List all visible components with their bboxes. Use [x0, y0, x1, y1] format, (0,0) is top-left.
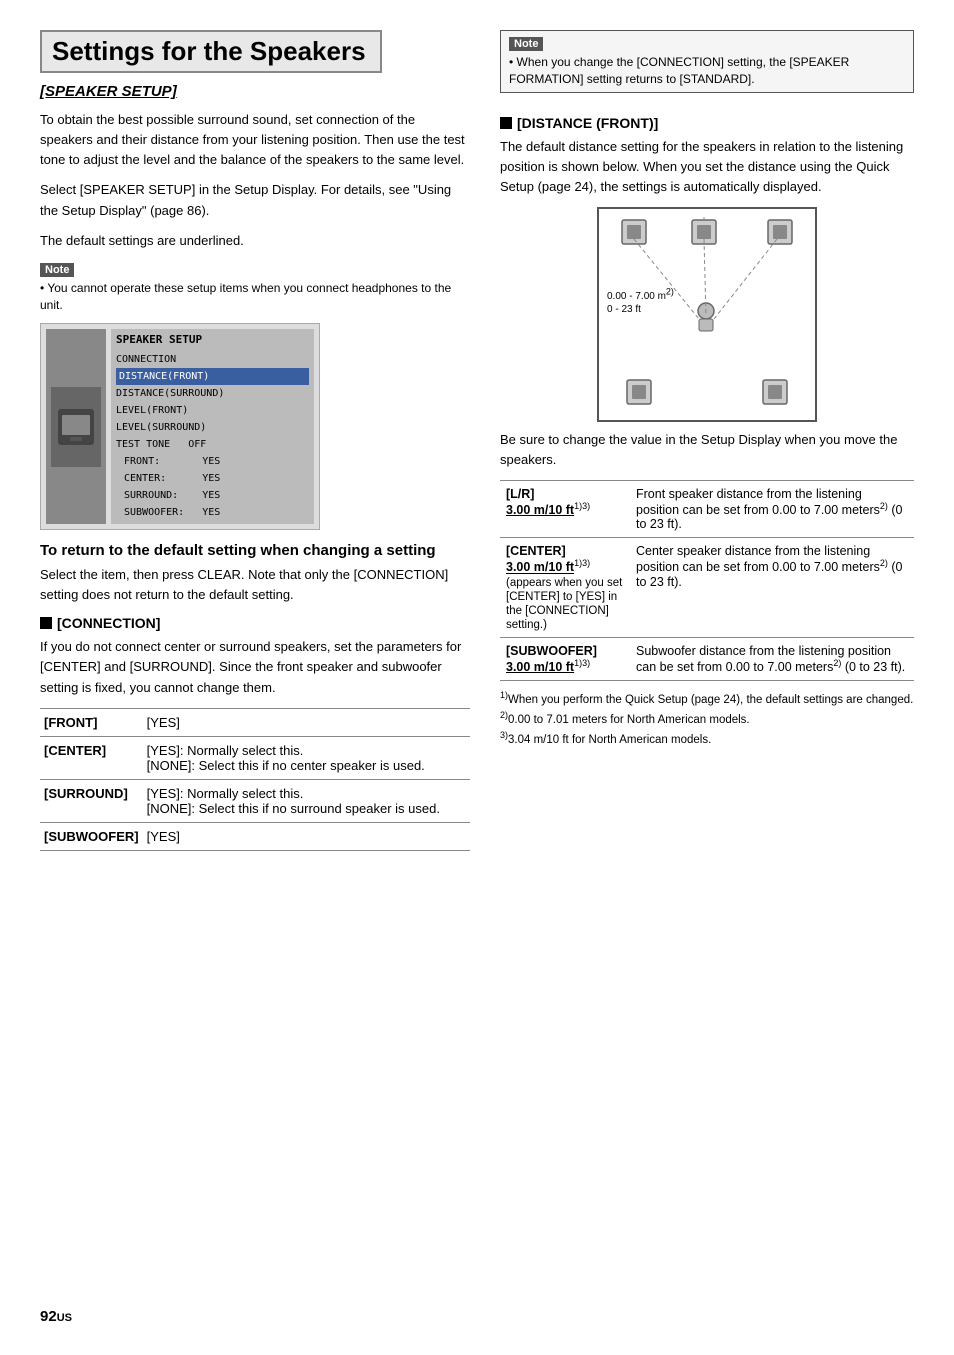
dist-row-lr: [L/R]3.00 m/10 ft1)3) Front speaker dist… [500, 481, 914, 538]
distance-heading: [DISTANCE (FRONT)] [517, 115, 658, 131]
speaker-diagram: 0.00 - 7.00 m2)0 - 23 ft [597, 207, 817, 422]
menu-item-level-front: LEVEL(FRONT) [116, 402, 309, 419]
connection-bullet [40, 617, 52, 629]
dist-lr-label-text: [L/R]3.00 m/10 ft1)3) [506, 487, 590, 517]
page-title: Settings for the Speakers [52, 36, 366, 66]
dist-row-center: [CENTER] 3.00 m/10 ft1)3) (appears when … [500, 538, 914, 637]
dist-center-desc: Center speaker distance from the listeni… [630, 538, 914, 637]
screenshot-left-panel [46, 329, 106, 524]
dist-subwoofer-desc: Subwoofer distance from the listening po… [630, 637, 914, 680]
front-value: [YES] [143, 708, 470, 736]
connection-text: If you do not connect center or surround… [40, 637, 470, 697]
table-row-subwoofer: [SUBWOOFER] [YES] [40, 822, 470, 850]
table-row-center: [CENTER] [YES]: Normally select this.[NO… [40, 736, 470, 779]
center-label: [CENTER] [40, 736, 143, 779]
note-label-2: Note [509, 37, 543, 51]
menu-item-distance-surround: DISTANCE(SURROUND) [116, 385, 309, 402]
distance-heading-container: [DISTANCE (FRONT)] [500, 115, 914, 131]
menu-item-connection: CONNECTION [116, 351, 309, 368]
screenshot-device-icon [51, 387, 101, 467]
select-text: Select [SPEAKER SETUP] in the Setup Disp… [40, 180, 470, 220]
connection-heading-container: [CONNECTION] [40, 615, 470, 631]
note-box-1: Note • You cannot operate these setup it… [40, 261, 470, 314]
menu-item-front: FRONT: YES [116, 453, 309, 470]
distance-text: The default distance setting for the spe… [500, 137, 914, 197]
default-text: The default settings are underlined. [40, 231, 470, 251]
speaker-bottom-right [760, 377, 790, 410]
device-svg [56, 407, 96, 447]
speaker-bottom-left-svg [624, 377, 654, 407]
return-heading: To return to the default setting when ch… [40, 542, 470, 559]
dist-center-label: [CENTER] 3.00 m/10 ft1)3) (appears when … [500, 538, 630, 637]
front-label: [FRONT] [40, 708, 143, 736]
return-text: Select the item, then press CLEAR. Note … [40, 565, 470, 605]
note-text-2: • When you change the [CONNECTION] setti… [509, 54, 905, 88]
setup-change-text: Be sure to change the value in the Setup… [500, 430, 914, 470]
menu-item-subwoofer: SUBWOOFER: YES [116, 504, 309, 521]
center-value: [YES]: Normally select this.[NONE]: Sele… [143, 736, 470, 779]
menu-item-distance-front: DISTANCE(FRONT) [116, 368, 309, 385]
distance-range: 0.00 - 7.00 m2)0 - 23 ft [607, 291, 674, 315]
footnotes: 1)When you perform the Quick Setup (page… [500, 689, 914, 749]
distance-label: 0.00 - 7.00 m2)0 - 23 ft [607, 287, 674, 316]
subwoofer-value: [YES] [143, 822, 470, 850]
connection-heading: [CONNECTION] [57, 615, 160, 631]
footnote-1: 1)When you perform the Quick Setup (page… [500, 689, 914, 709]
setup-menu: SPEAKER SETUP CONNECTION DISTANCE(FRONT)… [111, 329, 314, 524]
dist-lr-label: [L/R]3.00 m/10 ft1)3) [500, 481, 630, 538]
speaker-bottom-left [624, 377, 654, 410]
page-number: 92US [40, 1308, 72, 1325]
intro-text: To obtain the best possible surround sou… [40, 110, 470, 170]
page-number-container: 92US [40, 1298, 914, 1325]
distance-table: [L/R]3.00 m/10 ft1)3) Front speaker dist… [500, 480, 914, 680]
subwoofer-label: [SUBWOOFER] [40, 822, 143, 850]
setup-screenshot: SPEAKER SETUP CONNECTION DISTANCE(FRONT)… [40, 323, 320, 530]
section-subtitle: [SPEAKER SETUP] [40, 83, 470, 100]
dist-row-subwoofer: [SUBWOOFER] 3.00 m/10 ft1)3) Subwoofer d… [500, 637, 914, 680]
footnote-2: 2)0.00 to 7.01 meters for North American… [500, 709, 914, 729]
menu-item-center: CENTER: YES [116, 470, 309, 487]
table-row-surround: [SURROUND] [YES]: Normally select this.[… [40, 779, 470, 822]
surround-value: [YES]: Normally select this.[NONE]: Sele… [143, 779, 470, 822]
footnote-3: 3)3.04 m/10 ft for North American models… [500, 729, 914, 749]
connection-table: [FRONT] [YES] [CENTER] [YES]: Normally s… [40, 708, 470, 851]
note-label-1: Note [40, 263, 74, 277]
surround-label: [SURROUND] [40, 779, 143, 822]
setup-menu-title: SPEAKER SETUP [116, 332, 309, 349]
speaker-bottom-right-svg [760, 377, 790, 407]
title-box: Settings for the Speakers [40, 30, 382, 73]
dist-lr-desc: Front speaker distance from the listenin… [630, 481, 914, 538]
table-row-front: [FRONT] [YES] [40, 708, 470, 736]
dist-subwoofer-label: [SUBWOOFER] 3.00 m/10 ft1)3) [500, 637, 630, 680]
note-text-1: • You cannot operate these setup items w… [40, 280, 470, 314]
menu-item-surround: SURROUND: YES [116, 487, 309, 504]
menu-item-level-surround: LEVEL(SURROUND) [116, 419, 309, 436]
menu-item-test-tone: TEST TONE OFF [116, 436, 309, 453]
distance-bullet [500, 117, 512, 129]
note-box-2: Note • When you change the [CONNECTION] … [500, 30, 914, 93]
